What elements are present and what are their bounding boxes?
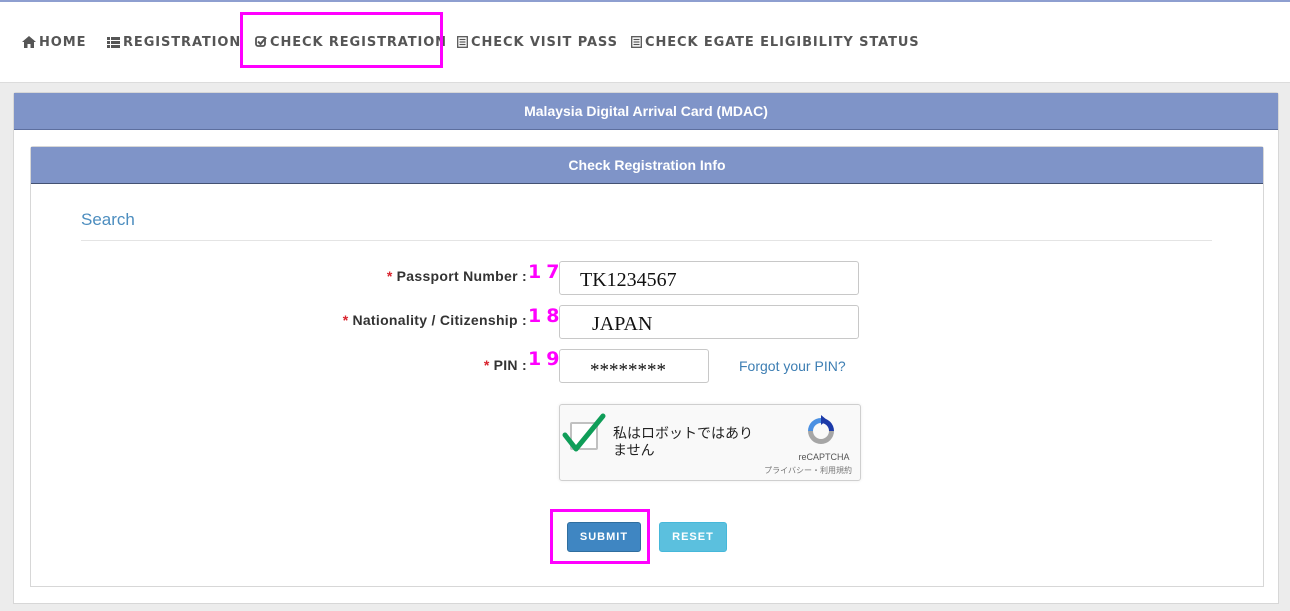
passport-label: * Passport Number : xyxy=(386,268,527,284)
required-mark: * xyxy=(386,268,393,284)
nav-home[interactable]: HOME xyxy=(22,32,86,52)
nav-registration[interactable]: REGISTRATION xyxy=(107,32,241,52)
top-navbar: HOME REGISTRATION CHECK REGISTRATION CHE… xyxy=(0,2,1290,83)
home-icon xyxy=(22,36,36,48)
recaptcha-brand: reCAPTCHA xyxy=(798,452,850,462)
highlight-box-submit xyxy=(550,509,650,564)
mdac-panel: Malaysia Digital Arrival Card (MDAC) Che… xyxy=(13,92,1279,604)
check-mark-icon xyxy=(562,413,606,452)
recaptcha-label: 私はロボットではありません xyxy=(613,425,753,458)
nav-check-visit-pass[interactable]: CHECK VISIT PASS xyxy=(457,32,618,52)
passport-number-input[interactable]: TK1234567 xyxy=(559,261,859,295)
section-divider xyxy=(81,240,1212,241)
highlight-box-nav xyxy=(240,12,443,68)
check-registration-panel: Check Registration Info Search * Passport… xyxy=(30,146,1264,587)
nav-check-visit-pass-label: CHECK VISIT PASS xyxy=(471,34,618,50)
document-icon xyxy=(631,36,642,48)
nav-check-egate[interactable]: CHECK EGATE ELIGIBILITY STATUS xyxy=(631,32,920,52)
nav-check-egate-label: CHECK EGATE ELIGIBILITY STATUS xyxy=(645,34,920,50)
nationality-select[interactable]: JAPAN xyxy=(559,305,859,339)
required-mark: * xyxy=(483,357,490,373)
reset-button[interactable]: RESET xyxy=(659,522,727,552)
nav-home-label: HOME xyxy=(39,34,87,50)
panel-title: Malaysia Digital Arrival Card (MDAC) xyxy=(524,103,768,119)
pin-label: * PIN : xyxy=(483,357,527,373)
document-icon xyxy=(457,36,468,48)
required-mark: * xyxy=(342,312,349,328)
recaptcha-widget: 私はロボットではありません reCAPTCHA プライバシー・利用規約 xyxy=(559,404,861,481)
recaptcha-terms-link[interactable]: プライバシー・利用規約 xyxy=(760,465,852,476)
forgot-pin-link[interactable]: Forgot your PIN? xyxy=(739,358,846,374)
pin-input[interactable]: ******** xyxy=(559,349,709,383)
list-icon xyxy=(107,36,120,48)
inner-panel-title: Check Registration Info xyxy=(568,157,726,173)
check-registration-header: Check Registration Info xyxy=(31,147,1263,184)
section-title: Search xyxy=(81,210,135,229)
nationality-label: * Nationality / Citizenship : xyxy=(342,312,527,328)
mdac-panel-header: Malaysia Digital Arrival Card (MDAC) xyxy=(14,93,1278,130)
recaptcha-logo-icon xyxy=(808,415,834,444)
nav-registration-label: REGISTRATION xyxy=(123,34,242,50)
